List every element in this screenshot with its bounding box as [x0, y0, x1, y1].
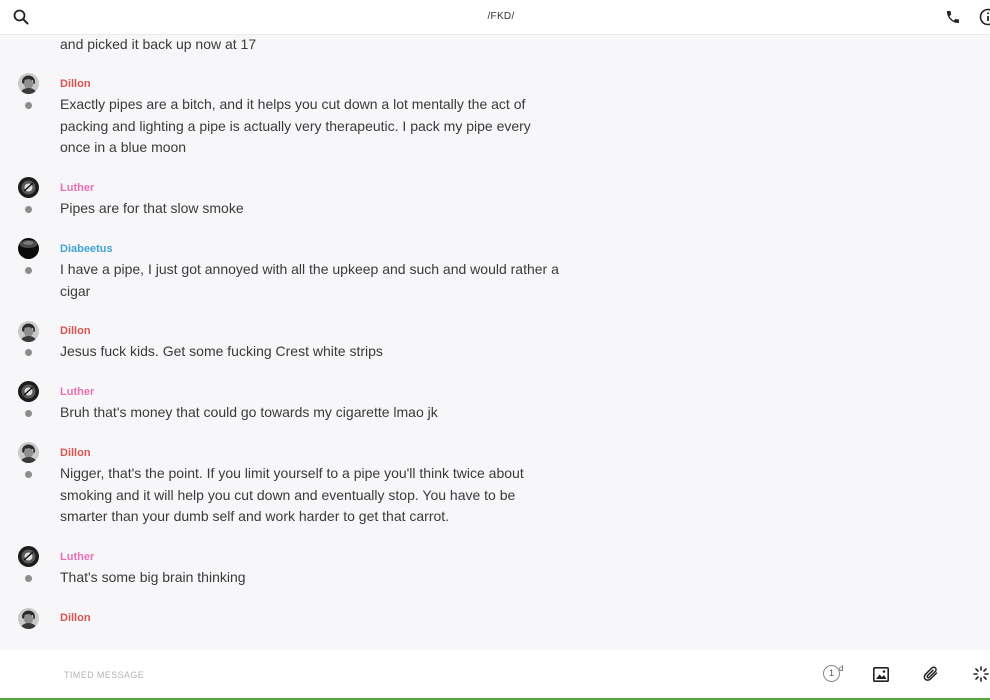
- status-dot: [25, 102, 32, 109]
- chat-window: /FKD/ and picked it back up now at 17 Di…: [0, 0, 990, 700]
- timer-unit: d: [839, 664, 844, 673]
- header-bar: /FKD/: [0, 0, 990, 34]
- message-text: That's some big brain thinking: [60, 569, 246, 585]
- status-dot: [25, 349, 32, 356]
- message-author[interactable]: Dillon: [60, 612, 91, 624]
- avatar[interactable]: [18, 442, 39, 463]
- message-list[interactable]: and picked it back up now at 17 Dillon E…: [0, 34, 990, 640]
- timer-icon[interactable]: 1: [823, 665, 840, 682]
- status-dot: [25, 575, 32, 582]
- message-author[interactable]: Luther: [60, 551, 94, 563]
- info-icon[interactable]: [978, 7, 990, 27]
- composer-bar: 1 d: [0, 650, 990, 698]
- loading-spinner-icon[interactable]: [969, 662, 990, 686]
- conversation-title[interactable]: /FKD/: [0, 11, 990, 22]
- status-dot: [25, 206, 32, 213]
- avatar[interactable]: [18, 381, 39, 402]
- message-author[interactable]: Luther: [60, 182, 94, 194]
- message-author[interactable]: Luther: [60, 386, 94, 398]
- message-text: and picked it back up now at 17: [60, 36, 257, 52]
- message-text: Exactly pipes are a bitch, and it helps …: [60, 96, 531, 155]
- partial-message: [60, 635, 104, 640]
- image-icon[interactable]: [869, 662, 893, 686]
- avatar[interactable]: [18, 546, 39, 567]
- avatar[interactable]: [18, 238, 39, 259]
- avatar[interactable]: [18, 608, 39, 629]
- message-text: Nigger, that's the point. If you limit y…: [60, 465, 524, 524]
- avatar[interactable]: [18, 321, 39, 342]
- status-dot: [25, 267, 32, 274]
- message-author[interactable]: Diabeetus: [60, 243, 113, 255]
- avatar[interactable]: [18, 177, 39, 198]
- avatar[interactable]: [18, 73, 39, 94]
- paperclip-icon[interactable]: [919, 662, 943, 686]
- status-dot: [25, 471, 32, 478]
- message-text: Jesus fuck kids. Get some fucking Crest …: [60, 343, 383, 359]
- phone-icon[interactable]: [943, 7, 963, 27]
- message-author[interactable]: Dillon: [60, 78, 91, 90]
- message-author[interactable]: Dillon: [60, 447, 91, 459]
- message-text: Pipes are for that slow smoke: [60, 200, 244, 216]
- status-dot: [25, 410, 32, 417]
- message-input[interactable]: [62, 664, 666, 686]
- message-author[interactable]: Dillon: [60, 325, 91, 337]
- message-text: I have a pipe, I just got annoyed with a…: [60, 261, 559, 299]
- message-text: Bruh that's money that could go towards …: [60, 404, 438, 420]
